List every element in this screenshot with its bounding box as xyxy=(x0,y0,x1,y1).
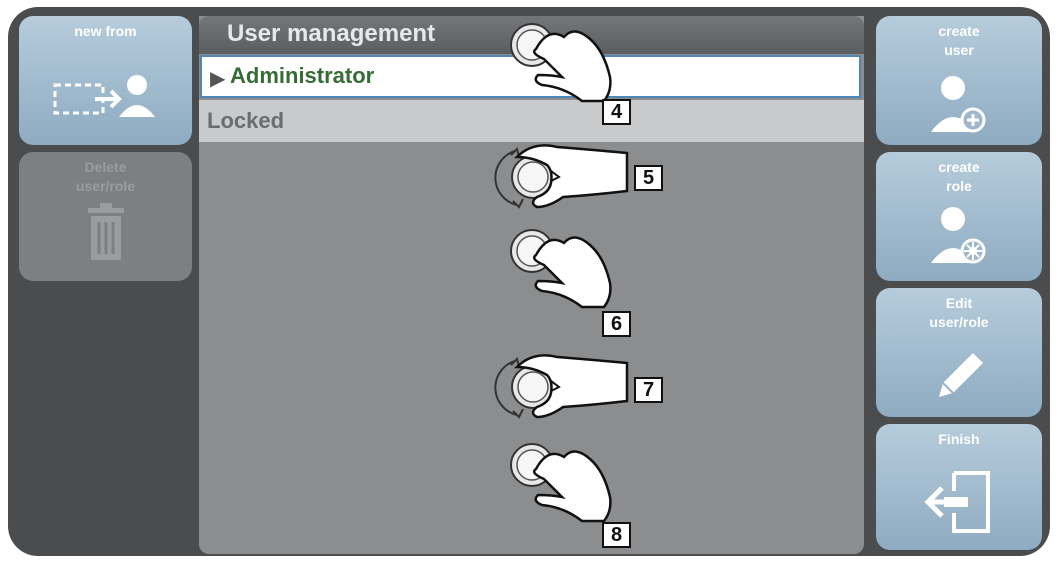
create-role-label: create role xyxy=(938,159,980,194)
delete-label: Delete user/role xyxy=(75,159,136,194)
press-hand-icon xyxy=(510,23,612,103)
finish-label: Finish xyxy=(938,431,980,447)
trash-icon xyxy=(87,203,124,260)
edit-label: Edit user/role xyxy=(929,295,989,330)
finish-button[interactable]: Finish xyxy=(876,424,1042,550)
edit-user-role-button[interactable]: Edit user/role xyxy=(876,288,1042,417)
step-5-badge: 5 xyxy=(634,165,663,191)
step-6-badge: 6 xyxy=(602,311,631,337)
device-frame: new from Delete user/role User managemen… xyxy=(8,7,1050,556)
exit-icon xyxy=(924,471,990,533)
press-hand-icon xyxy=(510,229,612,309)
list-item-label: Administrator xyxy=(230,63,375,88)
step-8-badge: 8 xyxy=(602,522,631,548)
pencil-icon xyxy=(939,353,983,397)
new-from-label: new from xyxy=(74,23,137,39)
create-user-label: create user xyxy=(938,23,980,58)
step-4-badge: 4 xyxy=(602,99,631,125)
delete-user-role-button[interactable]: Delete user/role xyxy=(19,152,192,281)
press-hand-icon xyxy=(510,443,612,523)
step-7-badge: 7 xyxy=(634,377,663,403)
create-role-button[interactable]: create role xyxy=(876,152,1042,281)
create-user-button[interactable]: create user xyxy=(876,16,1042,145)
turn-knob-hand-icon xyxy=(494,144,629,209)
turn-knob-hand-icon xyxy=(494,354,629,419)
add-user-icon xyxy=(931,76,986,133)
add-role-icon xyxy=(931,207,986,264)
copy-user-icon xyxy=(53,75,155,117)
new-from-button[interactable]: new from xyxy=(19,16,192,145)
list-item-label: Locked xyxy=(207,108,285,133)
expand-arrow-icon: ▶ xyxy=(210,68,226,90)
page-title: User management xyxy=(227,20,436,47)
